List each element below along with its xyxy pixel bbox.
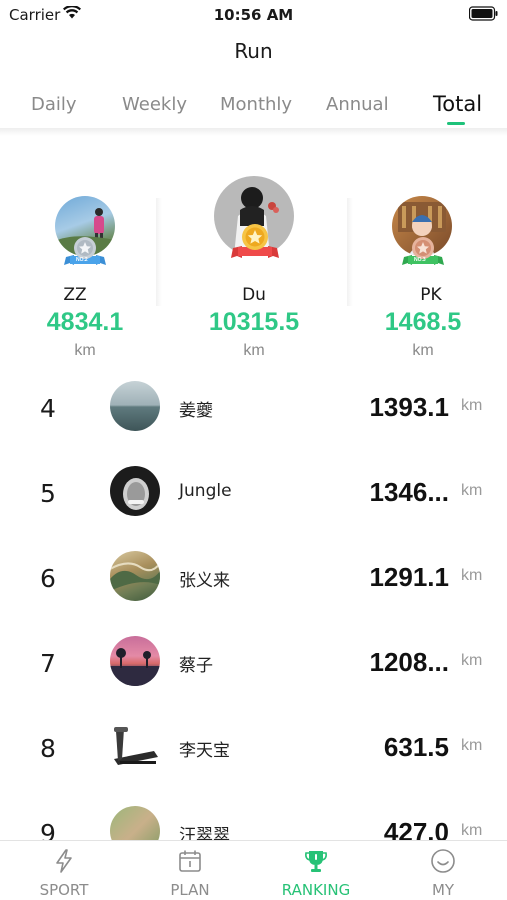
podium-unit: km bbox=[243, 342, 265, 359]
avatar bbox=[110, 551, 160, 601]
podium-unit: km bbox=[74, 342, 96, 359]
period-tabs: Daily Weekly Monthly Annual Total bbox=[0, 88, 507, 126]
distance-value: 1291.1 bbox=[369, 562, 449, 592]
podium: NO.2 ZZ 4834.1 km NO.1 Du 10315.5 km NO.… bbox=[0, 168, 507, 368]
tab-total[interactable]: Total bbox=[433, 92, 482, 116]
distance-unit: km bbox=[461, 397, 483, 414]
user-name: Jungle bbox=[179, 481, 232, 501]
lightning-icon bbox=[56, 849, 72, 873]
page-title: Run bbox=[234, 39, 273, 63]
clock: 10:56 AM bbox=[213, 6, 294, 24]
rank-badge-label: NO.1 bbox=[247, 262, 259, 268]
silver-medal-icon bbox=[64, 237, 106, 265]
podium-name: Du bbox=[242, 285, 266, 305]
tabbar-label: PLAN bbox=[170, 881, 210, 899]
tabbar-label: SPORT bbox=[39, 881, 89, 899]
rank-badge-label: NO.3 bbox=[414, 257, 426, 263]
tabbar-item-ranking[interactable]: RANKING bbox=[253, 841, 379, 900]
tabbar-label: RANKING bbox=[281, 881, 351, 899]
smile-icon bbox=[431, 849, 455, 873]
distance-value: 1208... bbox=[369, 647, 449, 677]
tabbar-item-plan[interactable]: PLAN bbox=[127, 841, 253, 900]
rank-number: 7 bbox=[40, 649, 56, 678]
distance-value: 1346... bbox=[369, 477, 449, 507]
podium-name: ZZ bbox=[63, 285, 87, 305]
calendar-icon bbox=[179, 850, 201, 872]
tab-monthly[interactable]: Monthly bbox=[220, 94, 292, 115]
tab-annual[interactable]: Annual bbox=[326, 94, 389, 115]
tab-active-indicator bbox=[447, 122, 465, 125]
tabbar-item-my[interactable]: MY bbox=[380, 841, 506, 900]
bottom-tab-bar: SPORT PLAN RANKING MY bbox=[0, 840, 507, 900]
tabbar-label: MY bbox=[431, 881, 455, 899]
bronze-medal-icon bbox=[402, 237, 444, 265]
avatar bbox=[110, 466, 160, 516]
distance-unit: km bbox=[461, 482, 483, 499]
podium-value: 1468.5 bbox=[384, 308, 462, 336]
trophy-icon bbox=[305, 851, 327, 872]
rank-number: 8 bbox=[40, 734, 56, 763]
distance-value: 1393.1 bbox=[369, 392, 449, 422]
rank-number: 5 bbox=[40, 479, 56, 508]
table-row[interactable]: 4 姜夔 1393.1 km bbox=[0, 368, 507, 453]
rank-badge-label: NO.2 bbox=[76, 257, 88, 263]
podium-value: 4834.1 bbox=[46, 308, 124, 336]
user-name: 姜夔 bbox=[179, 401, 213, 421]
avatar bbox=[110, 721, 160, 771]
rank-number: 4 bbox=[40, 394, 56, 423]
distance-unit: km bbox=[461, 652, 483, 669]
user-name: 蔡子 bbox=[179, 656, 213, 676]
distance-unit: km bbox=[461, 822, 483, 839]
user-name: 张义来 bbox=[179, 571, 230, 591]
gold-medal-icon bbox=[231, 224, 279, 258]
status-bar: Carrier 10:56 AM bbox=[0, 0, 507, 30]
battery-icon bbox=[469, 6, 498, 21]
avatar bbox=[110, 381, 160, 431]
podium-unit: km bbox=[412, 342, 434, 359]
podium-name: PK bbox=[420, 285, 442, 305]
rank-number: 6 bbox=[40, 564, 56, 593]
tabbar-item-sport[interactable]: SPORT bbox=[1, 841, 127, 900]
treadmill-icon bbox=[114, 727, 158, 765]
tab-daily[interactable]: Daily bbox=[31, 94, 77, 115]
distance-value: 631.5 bbox=[383, 732, 449, 762]
tabs-shadow bbox=[0, 128, 507, 136]
user-name: 李天宝 bbox=[179, 741, 230, 761]
distance-unit: km bbox=[461, 567, 483, 584]
podium-value: 10315.5 bbox=[208, 308, 300, 336]
tab-weekly[interactable]: Weekly bbox=[122, 94, 187, 115]
table-row[interactable]: 8 李天宝 631.5 km bbox=[0, 708, 507, 793]
avatar bbox=[110, 636, 160, 686]
table-row[interactable]: 6 张义来 1291.1 km bbox=[0, 538, 507, 623]
table-row[interactable]: 5 Jungle 1346... km bbox=[0, 453, 507, 538]
distance-unit: km bbox=[461, 737, 483, 754]
table-row[interactable]: 7 蔡子 1208... km bbox=[0, 623, 507, 708]
